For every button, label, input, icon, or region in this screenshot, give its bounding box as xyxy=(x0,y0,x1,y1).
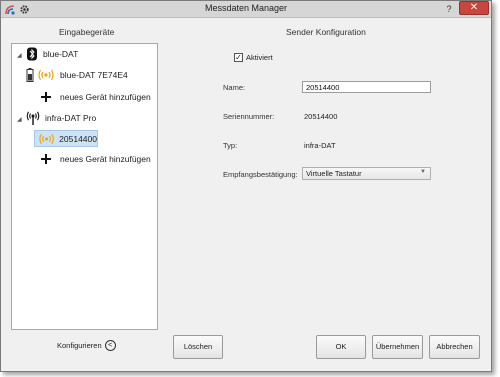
ack-select-value: Virtuelle Tastatur xyxy=(306,169,362,178)
tree-item-label: blue-DAT 7E74E4 xyxy=(60,70,128,80)
tree-item-infra-dat-pro[interactable]: infra-DAT Pro xyxy=(26,110,96,126)
main-window: Messdaten Manager ? ✕ Eingabegeräte ◢ bl… xyxy=(0,0,492,372)
cancel-button[interactable]: Abbrechen xyxy=(429,335,480,359)
add-device-item[interactable]: neues Gerät hinzufügen xyxy=(40,89,151,105)
chevron-down-icon: ▼ xyxy=(420,169,426,175)
name-label: Name: xyxy=(223,83,246,92)
tree-item-label: infra-DAT Pro xyxy=(45,113,97,123)
tree-item-label: neues Gerät hinzufügen xyxy=(60,154,151,164)
tree-item-label: 20514400 xyxy=(59,133,97,144)
delete-button[interactable]: Löschen xyxy=(173,335,223,359)
device-tree[interactable]: ◢ blue-DAT blue-DAT 7E74E4 neues Gerät h… xyxy=(11,43,158,330)
tree-item-20514400[interactable]: 20514400 xyxy=(34,130,98,147)
signal-icon xyxy=(39,133,54,144)
configure-label: Konfigurieren xyxy=(57,341,102,350)
activated-label: Aktiviert xyxy=(246,53,273,62)
collapse-arrow-icon[interactable]: ◢ xyxy=(17,116,22,123)
help-button[interactable]: ? xyxy=(443,3,455,15)
type-value: infra-DAT xyxy=(304,141,336,150)
apply-button[interactable]: Übernehmen xyxy=(372,335,423,359)
config-heading: Sender Konfiguration xyxy=(286,27,366,37)
window-title: Messdaten Manager xyxy=(204,3,288,13)
bluetooth-icon xyxy=(27,47,37,61)
type-label: Typ: xyxy=(223,141,238,150)
battery-icon xyxy=(26,68,34,82)
devices-heading: Eingabegeräte xyxy=(59,27,115,37)
plus-icon xyxy=(41,92,51,102)
chevron-left-icon[interactable]: < xyxy=(104,340,116,351)
plus-icon xyxy=(41,154,51,164)
serial-label: Seriennummer: xyxy=(223,112,275,121)
serial-value: 20514400 xyxy=(304,112,338,121)
tree-item-blue-dat-7e74e4[interactable]: blue-DAT 7E74E4 xyxy=(26,67,128,83)
close-button[interactable]: ✕ xyxy=(459,1,489,15)
activated-checkbox[interactable]: ✓ xyxy=(234,53,243,62)
ack-label: Empfangsbestätigung: xyxy=(223,170,298,179)
ack-select[interactable]: Virtuelle Tastatur ▼ xyxy=(302,167,431,180)
antenna-icon xyxy=(26,111,40,125)
tree-item-label: blue-DAT xyxy=(43,49,79,59)
add-device-item[interactable]: neues Gerät hinzufügen xyxy=(40,151,151,167)
configure-link[interactable]: Konfigurieren < xyxy=(57,340,116,351)
ok-button[interactable]: OK xyxy=(316,335,366,359)
name-input[interactable]: 20514400 xyxy=(302,81,431,93)
collapse-arrow-icon[interactable]: ◢ xyxy=(17,52,22,59)
title-bar[interactable]: Messdaten Manager ? ✕ xyxy=(1,1,491,18)
tree-item-blue-dat[interactable]: blue-DAT xyxy=(26,46,78,62)
tree-item-label: neues Gerät hinzufügen xyxy=(60,92,151,102)
signal-icon xyxy=(38,69,54,81)
